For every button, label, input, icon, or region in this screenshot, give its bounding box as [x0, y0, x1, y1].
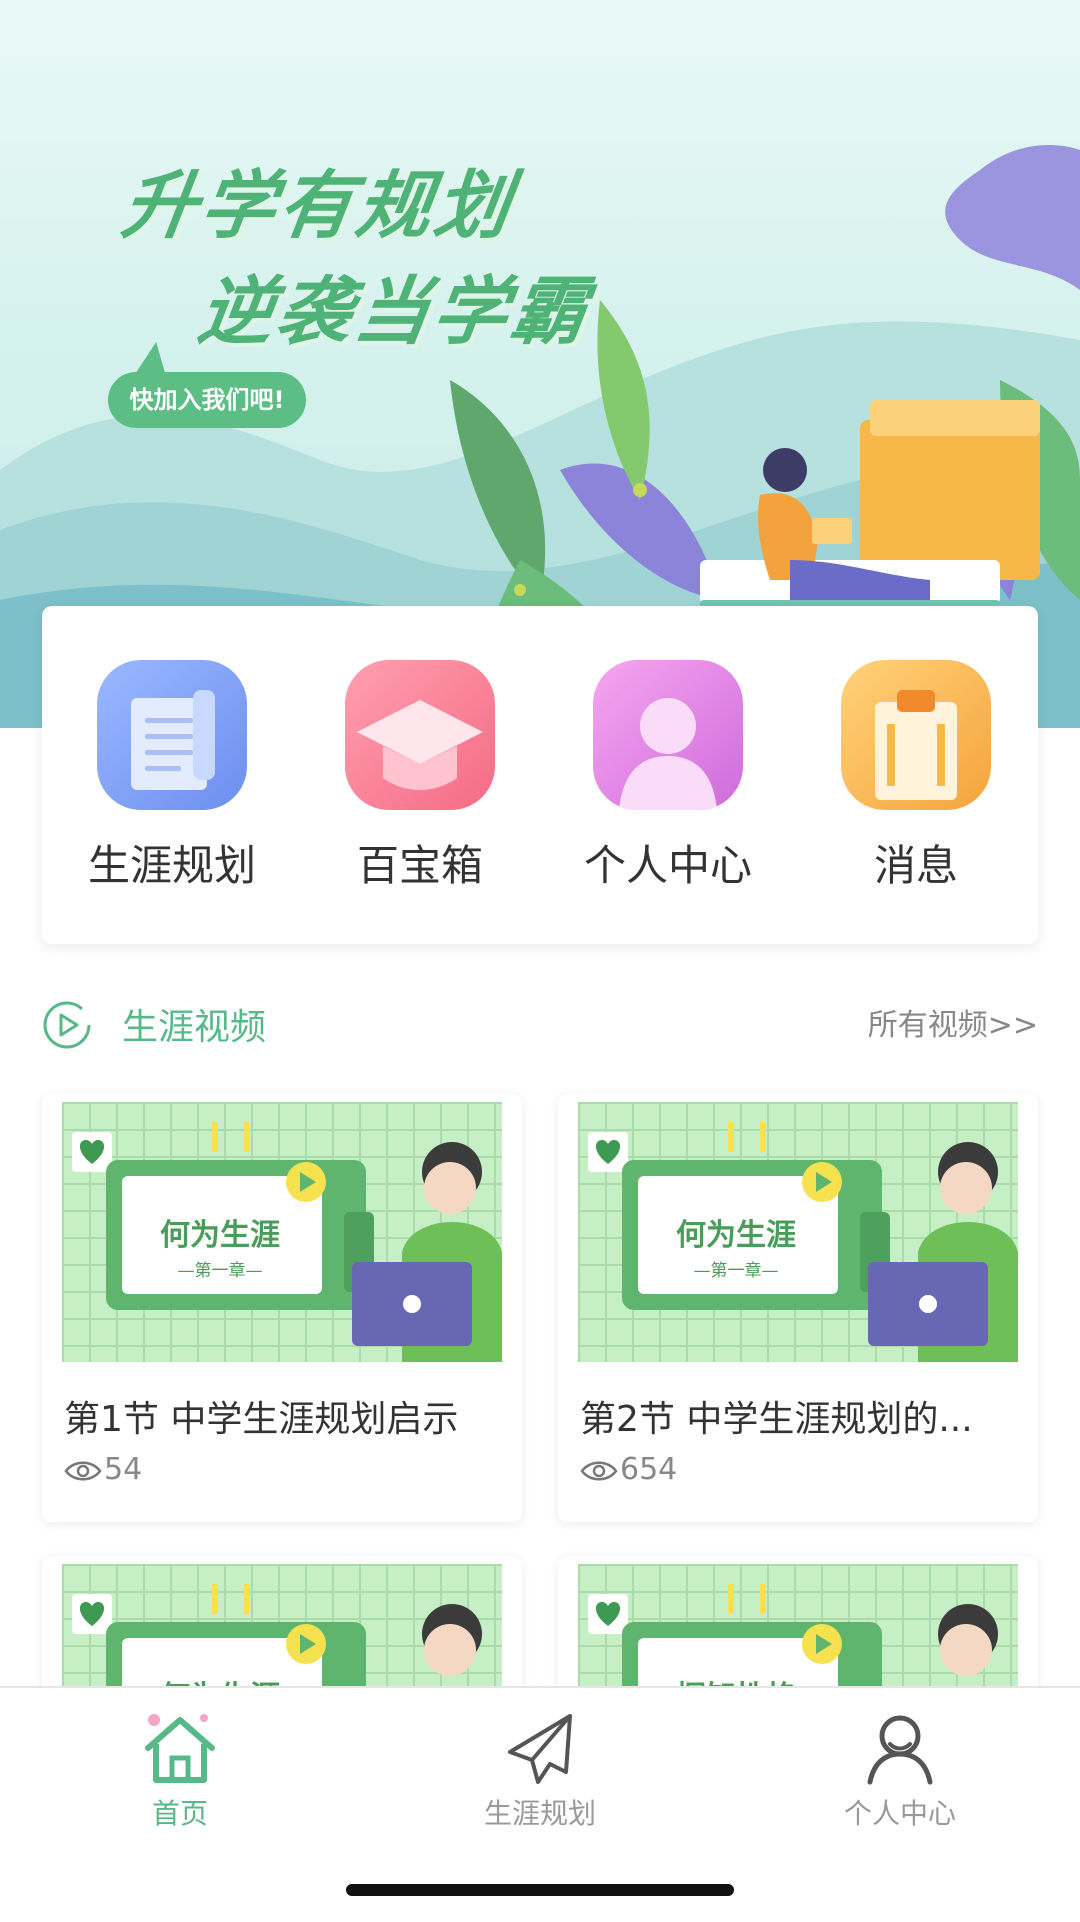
all-videos-link[interactable]: 所有视频>> — [868, 1000, 1038, 1044]
play-circle-icon — [43, 1001, 91, 1049]
menu-label: 个人中心 — [583, 841, 752, 890]
tab-personal-center[interactable]: 个人中心 — [770, 1708, 1030, 1832]
video-thumbnail: 何为生涯 —第一章— — [578, 1102, 1018, 1362]
quick-menu-card: 生涯规划 百宝箱 个人中心 消息 — [42, 606, 1038, 944]
video-views: 54 — [64, 1452, 142, 1487]
eye-icon — [580, 1461, 618, 1480]
thumbnail-title: 何为生涯 — [676, 1218, 796, 1253]
menu-label: 消息 — [873, 841, 958, 890]
thumbnail-subtitle: —第一章— — [693, 1261, 779, 1281]
video-title: 第2节 中学生涯规划的... — [580, 1399, 973, 1440]
video-thumbnail: 何为生涯 —第一章— — [62, 1102, 502, 1362]
thumbnail-subtitle: —第一章— — [177, 1261, 263, 1281]
menu-label: 百宝箱 — [356, 841, 483, 890]
tab-label: 首页 — [151, 1797, 208, 1830]
section-header: 生涯视频 所有视频>> — [42, 994, 1038, 1054]
banner-title: 升学有规划 — [117, 163, 520, 249]
menu-item-treasure-box[interactable]: 百宝箱 — [320, 660, 520, 893]
tab-home[interactable]: 首页 — [50, 1708, 310, 1832]
menu-item-personal-center[interactable]: 个人中心 — [568, 660, 768, 893]
user-icon — [860, 1708, 940, 1788]
video-card[interactable]: 何为生涯 —第一章— 第2节 中学生涯规划的... 654 — [558, 1094, 1038, 1522]
view-count: 54 — [104, 1452, 143, 1487]
clipboard-icon — [841, 660, 991, 810]
paper-plane-icon — [500, 1708, 580, 1788]
graduation-cap-icon — [345, 660, 495, 810]
join-us-bubble[interactable]: 快加入我们吧! — [108, 372, 306, 428]
home-icon — [140, 1708, 220, 1788]
menu-item-messages[interactable]: 消息 — [816, 660, 1016, 893]
menu-item-career-planning[interactable]: 生涯规划 — [72, 660, 272, 893]
view-count: 654 — [620, 1452, 678, 1487]
scroll-icon — [97, 660, 247, 810]
person-icon — [593, 660, 743, 810]
menu-label: 生涯规划 — [87, 841, 256, 890]
video-title: 第1节 中学生涯规划启示 — [64, 1399, 459, 1440]
home-indicator[interactable] — [346, 1884, 734, 1896]
section-title: 生涯视频 — [122, 1007, 267, 1048]
tab-label: 生涯规划 — [483, 1797, 596, 1830]
video-views: 654 — [580, 1452, 677, 1487]
tab-career-planning[interactable]: 生涯规划 — [410, 1708, 670, 1832]
eye-icon — [64, 1461, 102, 1480]
banner-subtitle: 逆袭当学霸 — [193, 269, 596, 355]
thumbnail-title: 何为生涯 — [160, 1218, 280, 1253]
video-card[interactable]: 何为生涯 —第一章— 第1节 中学生涯规划启示 54 — [42, 1094, 522, 1522]
tab-label: 个人中心 — [843, 1797, 956, 1830]
